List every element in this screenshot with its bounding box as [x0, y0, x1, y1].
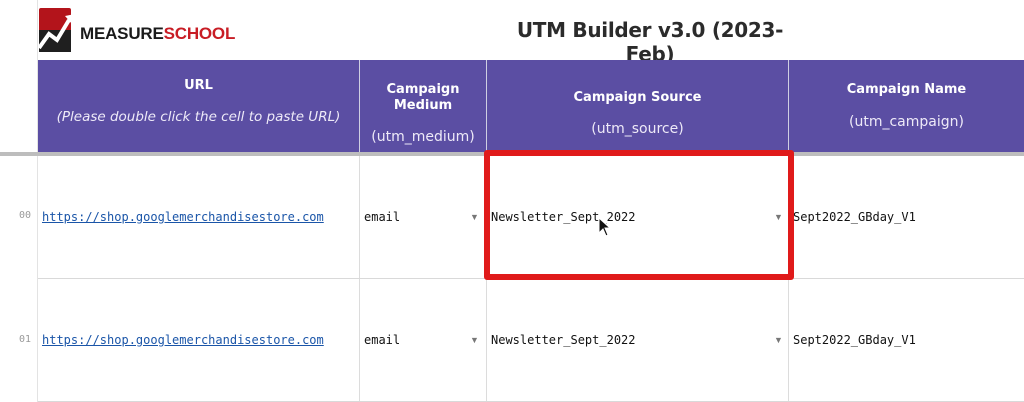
column-header-medium[interactable]: Campaign Medium (utm_medium) [360, 60, 487, 153]
caret-down-icon[interactable]: ▼ [470, 335, 479, 345]
chart-logo-icon [37, 8, 75, 52]
medium-value: email [364, 333, 401, 347]
caret-down-icon[interactable]: ▼ [470, 212, 479, 222]
top-bar: MEASURESCHOOL UTM Builder v3.0 (2023-Feb… [0, 0, 1024, 66]
row-number: 01 [19, 334, 32, 345]
row-number: 00 [19, 210, 32, 221]
column-header-campaign-name[interactable]: Campaign Name (utm_campaign) [789, 60, 1024, 153]
medium-cell[interactable]: email ▼ [360, 279, 487, 401]
column-header-label: Campaign Name [846, 82, 967, 97]
campaign-name-cell[interactable]: Sept2022_GBday_V1 [789, 156, 1024, 278]
measureschool-logo: MEASURESCHOOL [37, 4, 237, 58]
caret-down-icon[interactable]: ▼ [774, 335, 783, 345]
campaign-name-cell[interactable]: Sept2022_GBday_V1 [789, 279, 1024, 401]
column-header-label: Campaign Source [573, 90, 702, 105]
logo-wordmark: MEASURESCHOOL [80, 24, 235, 44]
column-header-sub: (Please double click the cell to paste U… [56, 109, 341, 125]
url-link[interactable]: https://shop.googlemerchandisestore.com [42, 210, 324, 224]
medium-value: email [364, 210, 401, 224]
campaign-name-value: Sept2022_GBday_V1 [793, 210, 916, 224]
column-header-label: Campaign Medium [386, 82, 460, 113]
url-cell[interactable]: https://shop.googlemerchandisestore.com [38, 156, 360, 278]
url-cell[interactable]: https://shop.googlemerchandisestore.com [38, 279, 360, 401]
column-header-sub: (utm_source) [591, 121, 684, 137]
logo-text-school: SCHOOL [163, 24, 236, 43]
table-row: https://shop.googlemerchandisestore.com … [38, 279, 1024, 402]
medium-cell[interactable]: email ▼ [360, 156, 487, 278]
column-header-sub: (utm_medium) [371, 129, 475, 145]
mouse-pointer-icon [598, 217, 612, 237]
campaign-name-value: Sept2022_GBday_V1 [793, 333, 916, 347]
column-header-source[interactable]: Campaign Source (utm_source) [487, 60, 789, 153]
column-header-url[interactable]: URL (Please double click the cell to pas… [38, 60, 360, 153]
column-header-sub: (utm_campaign) [849, 114, 964, 130]
source-value: Newsletter_Sept_2022 [491, 333, 636, 347]
logo-text-measure: MEASURE [80, 24, 164, 43]
highlight-box [484, 150, 794, 280]
column-header-label: URL [184, 78, 213, 93]
url-link[interactable]: https://shop.googlemerchandisestore.com [42, 333, 324, 347]
source-cell[interactable]: Newsletter_Sept_2022 ▼ [487, 279, 789, 401]
page-title: UTM Builder v3.0 (2023-Feb) [516, 18, 784, 66]
